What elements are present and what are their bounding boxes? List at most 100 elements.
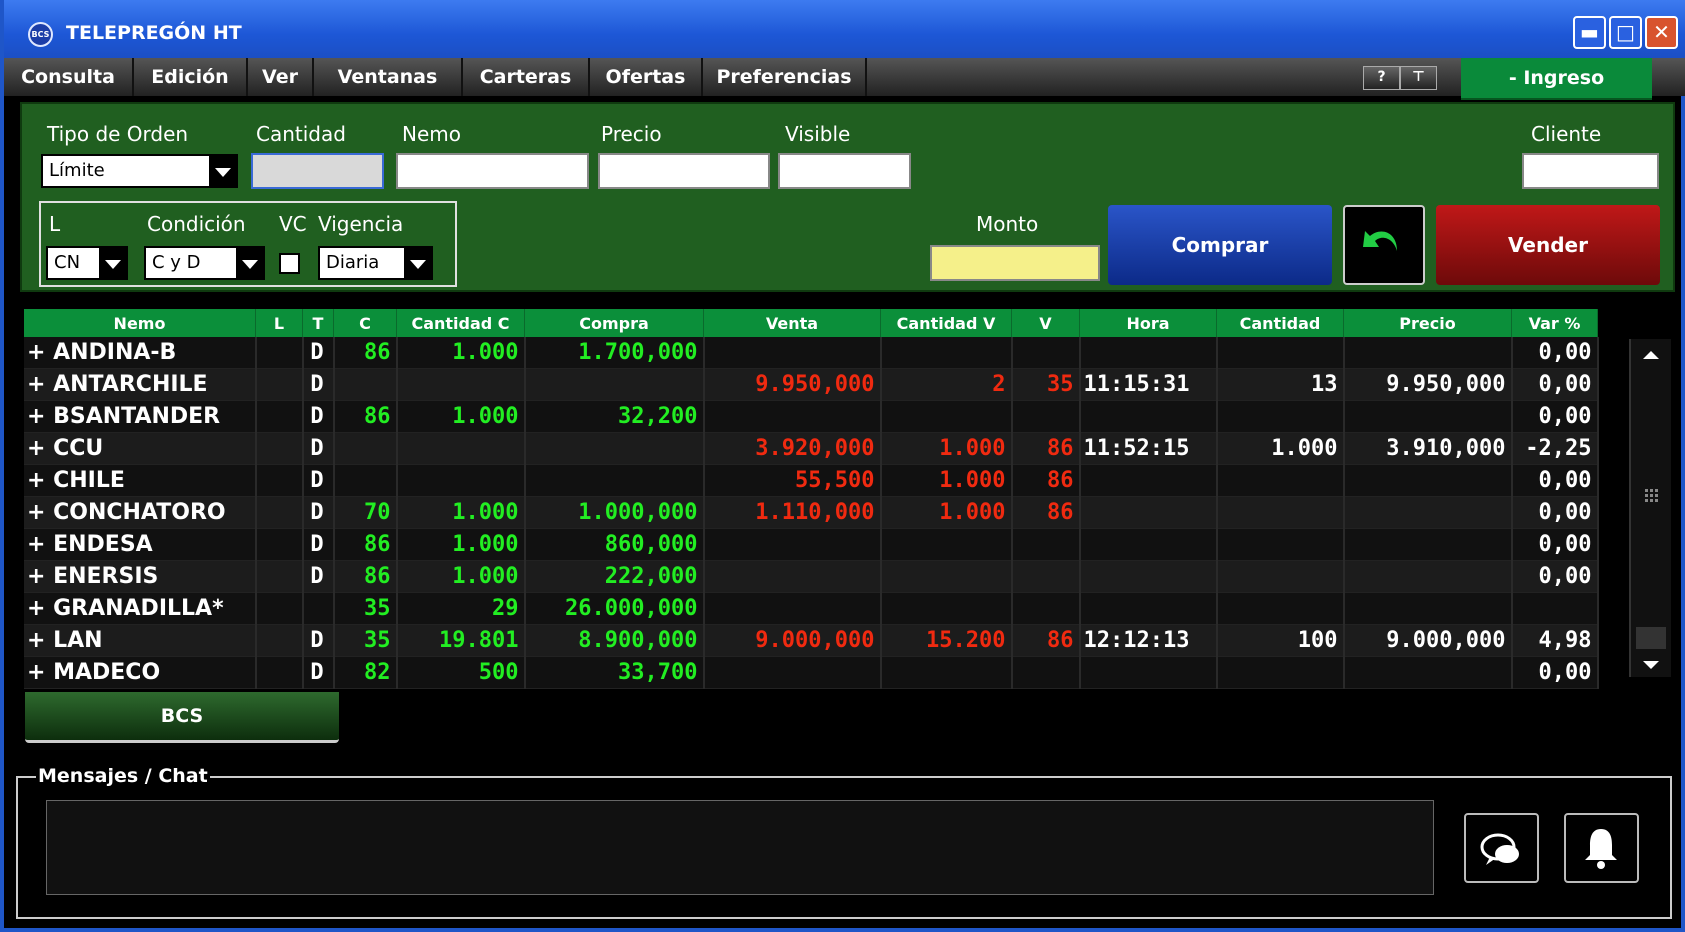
cell-cantidad-c: 1.000 [396, 496, 526, 529]
table-row[interactable]: + MADECO D 82 500 33,700 0,00 [24, 656, 1599, 689]
condicion-value: C y D [152, 252, 201, 273]
login-button[interactable]: - Ingreso [1461, 58, 1652, 100]
title-bar: BCS TELEPREGÓN HT ▬ □ ✕ [4, 0, 1685, 58]
cell-cantidad-c: 1.000 [396, 400, 526, 433]
menu-consulta[interactable]: Consulta [4, 58, 134, 96]
visible-input[interactable] [778, 153, 911, 189]
table-row[interactable]: + CHILE D 55,500 1.000 86 0,00 [24, 464, 1599, 497]
cell-nemo: + ANDINA-B [24, 337, 257, 369]
vigencia-select[interactable]: Diaria [318, 246, 433, 280]
chevron-down-icon [99, 248, 126, 278]
cell-var: 0,00 [1511, 560, 1599, 593]
col-cantidad-v[interactable]: Cantidad V [880, 309, 1012, 337]
pin-button[interactable]: ⊤ [1400, 66, 1437, 90]
cell-var: 0,00 [1511, 528, 1599, 561]
cell-t: D [302, 624, 335, 657]
grid-scrollbar[interactable] [1629, 339, 1671, 677]
cell-c: 86 [333, 400, 398, 433]
messages-label: Mensajes / Chat [36, 765, 210, 787]
col-hora[interactable]: Hora [1079, 309, 1217, 337]
alert-button[interactable] [1564, 813, 1639, 883]
cell-t [302, 592, 335, 625]
help-button[interactable]: ? [1363, 66, 1400, 90]
cell-var [1511, 592, 1599, 625]
undo-button[interactable] [1343, 205, 1425, 285]
col-v[interactable]: V [1011, 309, 1080, 337]
vigencia-value: Diaria [326, 252, 380, 273]
menu-carteras[interactable]: Carteras [463, 58, 590, 96]
table-row[interactable]: + ENERSIS D 86 1.000 222,000 0,00 [24, 560, 1599, 593]
scroll-down-icon[interactable] [1643, 661, 1659, 669]
cell-var: 0,00 [1511, 400, 1599, 433]
tipo-orden-select[interactable]: Límite [41, 154, 238, 188]
cell-hora [1079, 496, 1218, 529]
bell-icon [1585, 829, 1617, 869]
cell-nemo: + ENDESA [24, 528, 257, 561]
app-logo-icon: BCS [28, 22, 53, 47]
menu-ofertas[interactable]: Ofertas [590, 58, 703, 96]
table-row[interactable]: + CCU D 3.920,000 1.000 86 11:52:15 1.000 3.910… [24, 432, 1599, 465]
cell-cantidad: 13 [1216, 368, 1345, 401]
scroll-thumb[interactable] [1636, 627, 1666, 649]
cell-v [1011, 528, 1081, 561]
table-row[interactable]: + ANDINA-B D 86 1.000 1.700,000 0,00 [24, 337, 1599, 369]
menu-edicion[interactable]: Edición [134, 58, 248, 96]
app-window: BCS TELEPREGÓN HT ▬ □ ✕ Consulta Edición… [0, 0, 1685, 932]
monto-input[interactable] [930, 245, 1100, 281]
cell-compra: 33,700 [524, 656, 705, 689]
cell-cantidad-v [880, 592, 1013, 625]
l-value: CN [54, 252, 81, 273]
cell-nemo: + GRANADILLA* [24, 592, 257, 625]
menu-ver[interactable]: Ver [248, 58, 314, 96]
col-c[interactable]: C [333, 309, 397, 337]
col-var[interactable]: Var % [1511, 309, 1598, 337]
col-compra[interactable]: Compra [524, 309, 704, 337]
cell-precio [1343, 656, 1513, 689]
maximize-button[interactable]: □ [1609, 16, 1642, 49]
close-button[interactable]: ✕ [1645, 16, 1678, 49]
cell-cantidad-v [880, 337, 1013, 369]
tab-bcs[interactable]: BCS [25, 692, 339, 743]
menu-preferencias[interactable]: Preferencias [703, 58, 867, 96]
minimize-button[interactable]: ▬ [1573, 16, 1606, 49]
chat-button[interactable] [1464, 813, 1539, 883]
vc-checkbox[interactable] [279, 253, 300, 274]
table-row[interactable]: + ENDESA D 86 1.000 860,000 0,00 [24, 528, 1599, 561]
col-l[interactable]: L [255, 309, 303, 337]
col-t[interactable]: T [302, 309, 334, 337]
cell-c [333, 432, 398, 465]
precio-input[interactable] [598, 153, 770, 189]
table-row[interactable]: + CONCHATORO D 70 1.000 1.000,000 1.110,000 1.… [24, 496, 1599, 529]
col-venta[interactable]: Venta [703, 309, 881, 337]
col-cantidad-c[interactable]: Cantidad C [396, 309, 525, 337]
cell-cantidad-c: 19.801 [396, 624, 526, 657]
vender-button[interactable]: Vender [1436, 205, 1660, 285]
col-nemo[interactable]: Nemo [24, 309, 256, 337]
cell-v [1011, 560, 1081, 593]
vc-label: VC [279, 212, 307, 236]
cell-compra: 860,000 [524, 528, 705, 561]
col-cantidad[interactable]: Cantidad [1216, 309, 1344, 337]
l-select[interactable]: CN [46, 246, 128, 280]
table-row[interactable]: + ANTARCHILE D 9.950,000 2 35 11:15:31 13 9.950… [24, 368, 1599, 401]
cliente-input[interactable] [1522, 153, 1659, 189]
col-precio[interactable]: Precio [1343, 309, 1512, 337]
table-row[interactable]: + BSANTANDER D 86 1.000 32,200 0,00 [24, 400, 1599, 433]
comprar-button[interactable]: Comprar [1108, 205, 1332, 285]
cell-l [255, 337, 304, 369]
cell-cantidad [1216, 656, 1345, 689]
cell-cantidad-c: 1.000 [396, 560, 526, 593]
cantidad-input[interactable] [251, 153, 384, 189]
messages-area[interactable] [46, 800, 1434, 895]
cell-var: 0,00 [1511, 464, 1599, 497]
scroll-up-icon[interactable] [1643, 351, 1659, 359]
cell-nemo: + CHILE [24, 464, 257, 497]
cell-hora [1079, 464, 1218, 497]
table-row[interactable]: + LAN D 35 19.801 8.900,000 9.000,000 15.200 86… [24, 624, 1599, 657]
menu-ventanas[interactable]: Ventanas [314, 58, 463, 96]
nemo-input[interactable] [396, 153, 589, 189]
table-row[interactable]: + GRANADILLA* 35 29 26.000,000 [24, 592, 1599, 625]
condicion-select[interactable]: C y D [144, 246, 265, 280]
grip-icon [1645, 489, 1658, 502]
cell-l [255, 656, 304, 689]
